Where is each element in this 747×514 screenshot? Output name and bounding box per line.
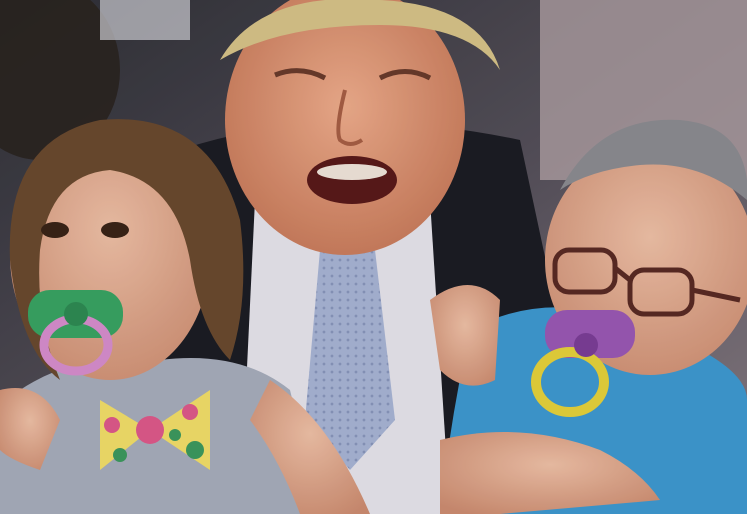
photo <box>0 0 747 514</box>
vignette <box>0 0 747 514</box>
photo-canvas <box>0 0 747 514</box>
